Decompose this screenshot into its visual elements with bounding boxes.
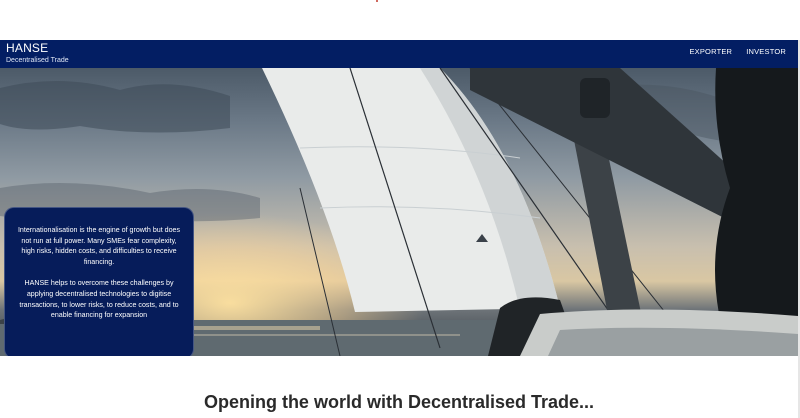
intro-paragraph-1: Internationalisation is the engine of gr… — [17, 226, 181, 266]
cloud-upper-left — [0, 80, 230, 133]
brand-title[interactable]: HANSE — [6, 41, 48, 55]
top-dot — [376, 0, 378, 2]
deck-shadow — [548, 327, 798, 356]
brand-subtitle: Decentralised Trade — [6, 57, 69, 64]
page: HANSE Decentralised Trade EXPORTER INVES… — [0, 0, 800, 418]
navbar: HANSE Decentralised Trade EXPORTER INVES… — [0, 40, 798, 68]
top-strip — [0, 0, 800, 40]
intro-card: Internationalisation is the engine of gr… — [4, 207, 194, 356]
mast-fitting — [580, 78, 610, 118]
page-tagline: Opening the world with Decentralised Tra… — [203, 392, 595, 412]
hero-banner: Internationalisation is the engine of gr… — [0, 68, 798, 356]
nav-link-investor[interactable]: INVESTOR — [746, 47, 786, 56]
intro-paragraph-2: HANSE helps to overcome these challenges… — [19, 279, 179, 320]
nav-links: EXPORTER INVESTOR — [689, 47, 786, 56]
nav-link-exporter[interactable]: EXPORTER — [689, 47, 732, 56]
